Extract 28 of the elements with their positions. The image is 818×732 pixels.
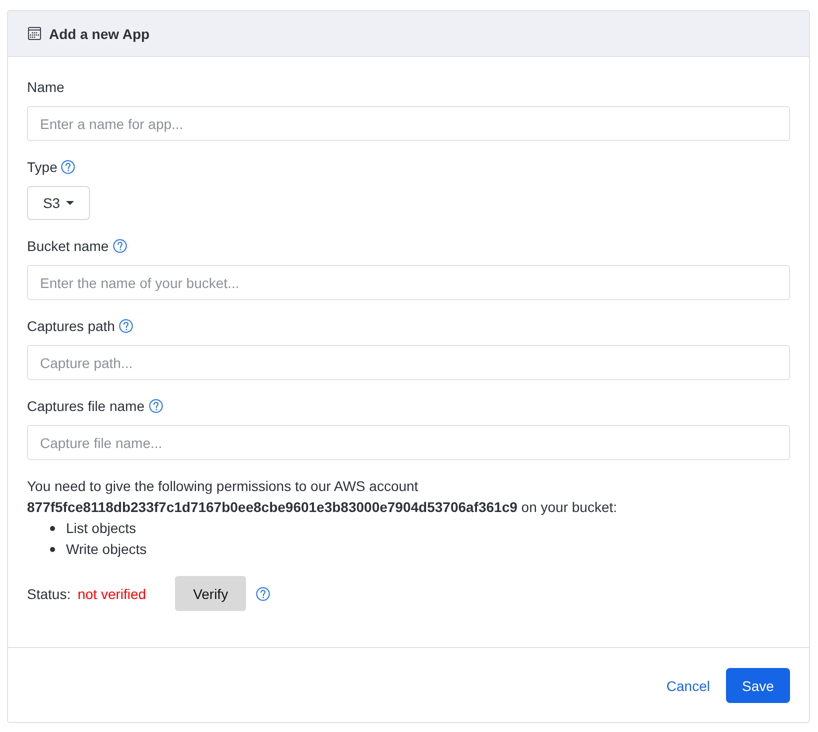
- text-input[interactable]: Capture path...: [27, 345, 790, 380]
- text-input[interactable]: Enter a name for app...: [27, 106, 790, 141]
- help-icon[interactable]: [256, 586, 270, 600]
- field-label: Captures file name: [27, 397, 145, 416]
- permission-item: Write objects: [66, 540, 147, 559]
- bullet-icon: [50, 526, 55, 531]
- caret-icon: [66, 201, 74, 205]
- permission-item: List objects: [66, 519, 136, 538]
- save-button[interactable]: Save: [726, 668, 790, 703]
- cancel-link[interactable]: Cancel: [666, 668, 710, 703]
- type-dropdown[interactable]: S3: [27, 186, 90, 220]
- help-icon[interactable]: [148, 399, 163, 413]
- verify-button[interactable]: Verify: [175, 576, 246, 611]
- help-icon[interactable]: [112, 239, 127, 253]
- text-input[interactable]: Enter the name of your bucket...: [27, 265, 790, 300]
- text-input[interactable]: Capture file name...: [27, 425, 790, 460]
- permissions-text: You need to give the following permissions to our AWS account 877f5fce8118db233f7c1d7167b0ee8cbe9601e3b83000e7904d53706af361c9 on your bucket:: [27, 477, 618, 517]
- bullet-icon: [50, 547, 55, 552]
- field-label: Type: [27, 158, 58, 177]
- card-title: Add a new App: [49, 26, 150, 42]
- help-icon[interactable]: [61, 160, 76, 174]
- status-label: Status:: [27, 586, 71, 602]
- calendar-icon: [28, 27, 41, 40]
- status-value: not verified: [78, 586, 146, 602]
- field-label: Name: [27, 78, 64, 97]
- help-icon[interactable]: [118, 319, 133, 333]
- field-label: Captures path: [27, 317, 115, 336]
- field-label: Bucket name: [27, 237, 109, 256]
